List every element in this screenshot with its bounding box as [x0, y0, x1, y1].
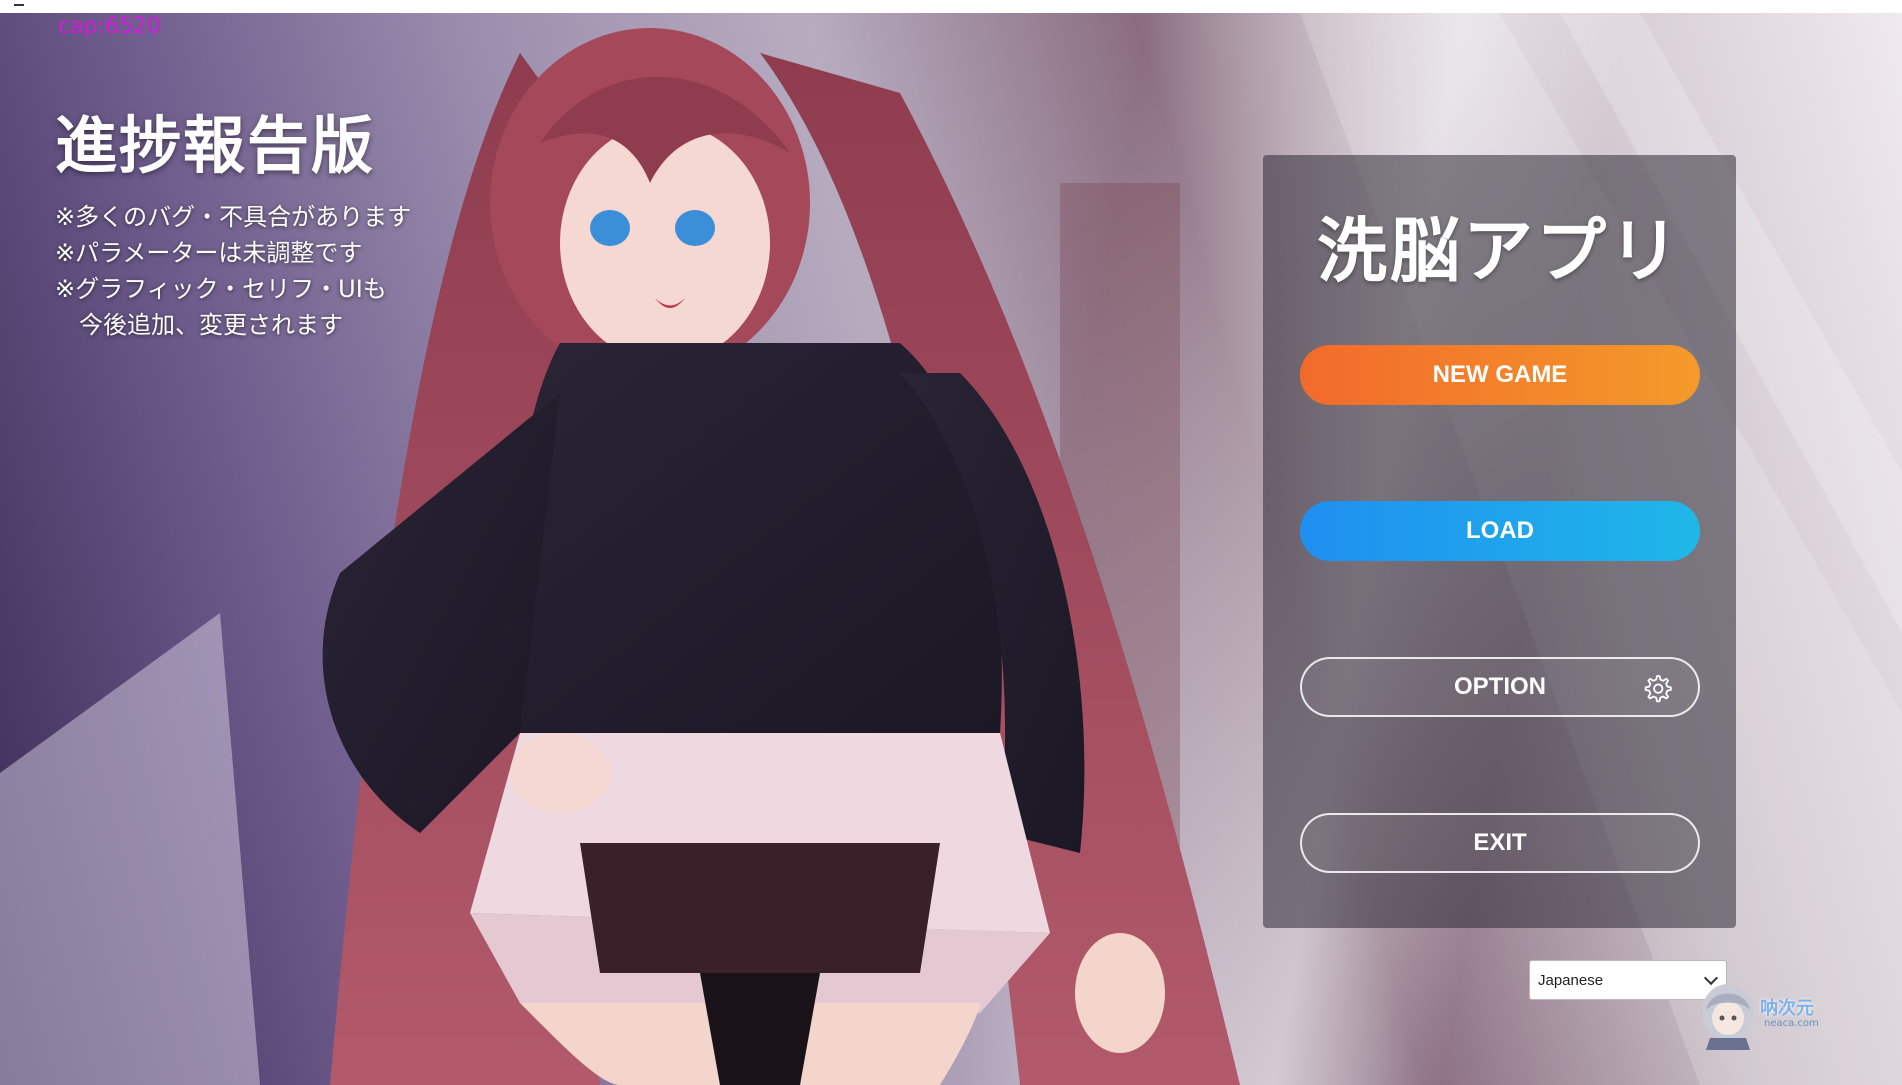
notice-line: ※多くのバグ・不具合があります: [55, 203, 412, 231]
progress-report-notice: 進捗報告版 ※多くのバグ・不具合があります ※パラメーターは未調整です ※グラフ…: [55, 95, 411, 343]
exit-button[interactable]: EXIT: [1300, 813, 1700, 873]
load-button[interactable]: LOAD: [1300, 501, 1700, 561]
language-selected-value: Japanese: [1538, 971, 1604, 989]
watermark-site: neaca.com: [1764, 1018, 1819, 1029]
main-menu-panel: 洗脳アプリ NEW GAME LOAD OPTION EXIT: [1263, 155, 1736, 928]
gear-icon: [1644, 675, 1672, 703]
capture-counter: cap:6520: [58, 14, 161, 39]
watermark-name: 呐次元: [1760, 998, 1814, 1019]
load-label: LOAD: [1466, 517, 1534, 544]
new-game-button[interactable]: NEW GAME: [1300, 345, 1700, 405]
notice-line: ※パラメーターは未調整です: [55, 239, 363, 267]
site-watermark: 呐次元 neaca.com: [1696, 980, 1826, 1050]
option-button[interactable]: OPTION: [1300, 657, 1700, 717]
new-game-label: NEW GAME: [1432, 361, 1568, 388]
game-title: 洗脳アプリ: [1317, 210, 1682, 292]
exit-label: EXIT: [1473, 829, 1527, 856]
window-top-strip: [0, 0, 1902, 13]
notice-title: 進捗報告版: [55, 109, 376, 182]
title-screen: cap:6520 進捗報告版 ※多くのバグ・不具合があります ※パラメーターは未…: [0, 0, 1902, 1085]
notice-line: 今後追加、変更されます: [79, 311, 343, 339]
notice-line: ※グラフィック・セリフ・UIも: [55, 275, 387, 303]
option-label: OPTION: [1453, 673, 1546, 700]
mascot-icon: [1702, 984, 1754, 1050]
